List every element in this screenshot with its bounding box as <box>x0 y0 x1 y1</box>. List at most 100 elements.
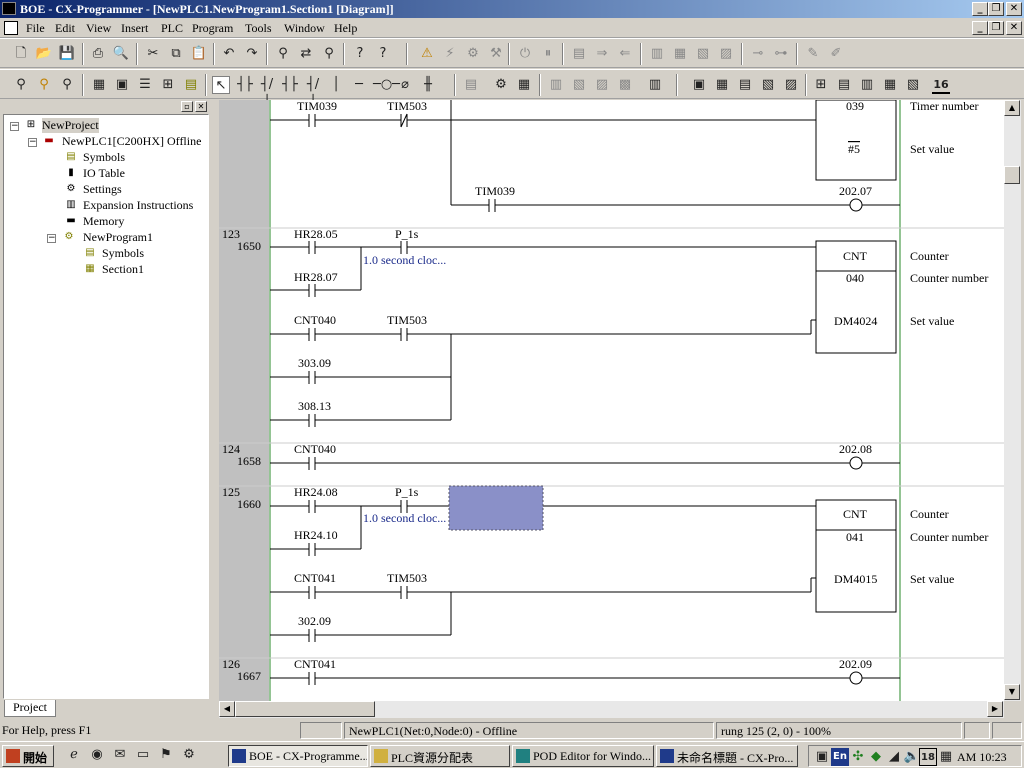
task-pod-editor[interactable]: POD Editor for Windo... <box>512 745 654 767</box>
hex-16-icon[interactable]: 16 <box>932 76 950 94</box>
maximize-button[interactable]: ❐ <box>988 2 1004 16</box>
task-plc-resource[interactable]: PLC資源分配表 <box>370 745 510 767</box>
cross-ref-report-icon[interactable]: ▤ <box>835 76 853 94</box>
tray-language[interactable]: En <box>831 748 849 766</box>
tray-app-icon[interactable]: ✣ <box>849 748 867 766</box>
show-comments-icon[interactable]: ▣ <box>113 76 131 94</box>
vertical-scrollbar[interactable]: ▲ ▼ <box>1004 100 1021 701</box>
task-untitled[interactable]: 未命名標題 - CX-Pro... <box>656 745 798 767</box>
project-icon[interactable]: ▤ <box>736 76 754 94</box>
tree-item-memory[interactable]: Memory <box>83 214 124 229</box>
address-icon[interactable]: ⊞ <box>812 76 830 94</box>
print-icon[interactable]: ⎙ <box>89 45 107 63</box>
scroll-left-icon[interactable]: ◀ <box>219 701 235 717</box>
copy-icon[interactable]: ⧉ <box>167 45 185 63</box>
project-tab[interactable]: Project <box>4 700 56 717</box>
coil-nc-icon[interactable]: ⌀ <box>396 76 414 94</box>
print-preview-icon[interactable]: 🔍 <box>112 45 130 63</box>
cell-cursor[interactable] <box>448 485 544 531</box>
coil-no-icon[interactable]: ─○─ <box>373 76 400 94</box>
expand-icon[interactable]: − <box>28 138 37 147</box>
symbol-icon[interactable]: ▧ <box>904 76 922 94</box>
app-icon[interactable] <box>2 2 16 15</box>
start-button[interactable]: 開始 <box>2 745 54 767</box>
instruction-icon[interactable]: ╫ <box>419 76 437 94</box>
expand-icon[interactable]: − <box>47 234 56 243</box>
menu-program[interactable]: Program <box>192 21 233 36</box>
warning-icon[interactable]: ⚠ <box>418 45 436 63</box>
expand-icon[interactable]: − <box>10 122 19 131</box>
ie-icon[interactable]: ℯ <box>65 746 83 764</box>
outlook-icon[interactable]: ✉ <box>111 746 129 764</box>
horizontal-scrollbar[interactable]: ◀ ▶ <box>219 701 1004 718</box>
document-icon[interactable] <box>4 21 18 35</box>
clock[interactable]: AM 10:23 <box>957 750 1007 765</box>
child-minimize-button[interactable]: _ <box>972 21 988 35</box>
tree-item-local-symbols[interactable]: Symbols <box>102 246 144 261</box>
contact-nc-icon[interactable]: ┤/├ <box>258 76 276 110</box>
media-player-icon[interactable]: ◉ <box>88 746 106 764</box>
scroll-thumb[interactable] <box>235 701 375 717</box>
tray-network-icon[interactable]: ▣ <box>813 748 831 766</box>
zoom-in-icon[interactable]: ⚲ <box>58 76 76 94</box>
vertical-line-icon[interactable]: │ <box>327 76 345 94</box>
rung-comment-icon[interactable]: ▥ <box>858 76 876 94</box>
rung-comments-icon[interactable]: ☰ <box>136 76 154 94</box>
child-close-button[interactable]: ✕ <box>1006 21 1022 35</box>
tree-item-expansion[interactable]: Expansion Instructions <box>83 198 193 213</box>
ladder-canvas[interactable]: TIM039 TIM503 039 #5 TIM039 202.07 Timer… <box>219 100 1004 701</box>
child-restore-button[interactable]: ❐ <box>988 21 1004 35</box>
tray-app-icon[interactable]: ▦ <box>937 748 955 766</box>
tray-calendar[interactable]: 18 <box>919 748 937 766</box>
cut-icon[interactable]: ✂ <box>144 45 162 63</box>
address-ref-icon[interactable]: ▦ <box>515 76 533 94</box>
help-icon[interactable]: ? <box>351 45 369 63</box>
io-table-icon[interactable]: ▦ <box>713 76 731 94</box>
or-no-icon[interactable]: ┤├ <box>281 76 299 94</box>
cross-ref-icon[interactable]: ⚙ <box>492 76 510 94</box>
contact-no-icon[interactable]: ┤├ <box>236 76 254 94</box>
tree-item-settings[interactable]: Settings <box>83 182 122 197</box>
close-button[interactable]: ✕ <box>1006 2 1022 16</box>
quicklaunch-icon[interactable]: ⚑ <box>157 746 175 764</box>
ladder-diagram[interactable]: TIM039 TIM503 039 #5 TIM039 202.07 Timer… <box>219 100 1004 701</box>
save-icon[interactable]: 💾 <box>58 45 76 63</box>
menu-file[interactable]: File <box>26 21 45 36</box>
new-icon[interactable]: 🗋 <box>12 45 30 63</box>
tree-item-section[interactable]: Section1 <box>102 262 144 277</box>
zoom-out-icon[interactable]: ⚲ <box>12 76 30 94</box>
menu-insert[interactable]: Insert <box>121 21 148 36</box>
tree-item-program[interactable]: NewProgram1 <box>83 230 153 245</box>
desktop-icon[interactable]: ▭ <box>134 746 152 764</box>
undo-icon[interactable]: ↶ <box>220 45 238 63</box>
sfc-icon[interactable]: ▣ <box>690 76 708 94</box>
menu-view[interactable]: View <box>86 21 111 36</box>
menu-plc[interactable]: PLC <box>161 21 183 36</box>
scroll-down-icon[interactable]: ▼ <box>1004 684 1020 700</box>
task-cx-programmer[interactable]: BOE - CX-Programme... <box>228 745 368 767</box>
tray-app-icon[interactable]: ◢ <box>885 748 903 766</box>
scroll-up-icon[interactable]: ▲ <box>1004 100 1020 116</box>
tray-app-icon[interactable]: ◆ <box>867 748 885 766</box>
paste-icon[interactable]: 📋 <box>190 45 208 63</box>
zoom-fit-icon[interactable]: ⚲ <box>35 76 53 94</box>
local-symbols-icon[interactable]: ▥ <box>646 76 664 94</box>
grid-icon[interactable]: ▦ <box>90 76 108 94</box>
scroll-right-icon[interactable]: ▶ <box>987 701 1003 717</box>
show-bookmarks-icon[interactable]: ⊞ <box>159 76 177 94</box>
panel-close-button[interactable]: ✕ <box>195 101 207 112</box>
horizontal-line-icon[interactable]: ─ <box>350 76 368 94</box>
or-nc-icon[interactable]: ┤/├ <box>304 76 322 110</box>
watch-window-icon[interactable]: ▨ <box>782 76 800 94</box>
find-icon[interactable]: ⚲ <box>274 45 292 63</box>
find-next-icon[interactable]: ⚲ <box>320 45 338 63</box>
monochrome-icon[interactable]: ▤ <box>182 76 200 94</box>
tree-item-symbols[interactable]: Symbols <box>83 150 125 165</box>
replace-icon[interactable]: ⇄ <box>297 45 315 63</box>
panel-float-button[interactable]: ▫ <box>181 101 193 112</box>
menu-window[interactable]: Window <box>284 21 325 36</box>
scroll-thumb[interactable] <box>1004 166 1020 184</box>
minimize-button[interactable]: _ <box>972 2 988 16</box>
quicklaunch-icon[interactable]: ⚙ <box>180 746 198 764</box>
open-icon[interactable]: 📂 <box>35 45 53 63</box>
